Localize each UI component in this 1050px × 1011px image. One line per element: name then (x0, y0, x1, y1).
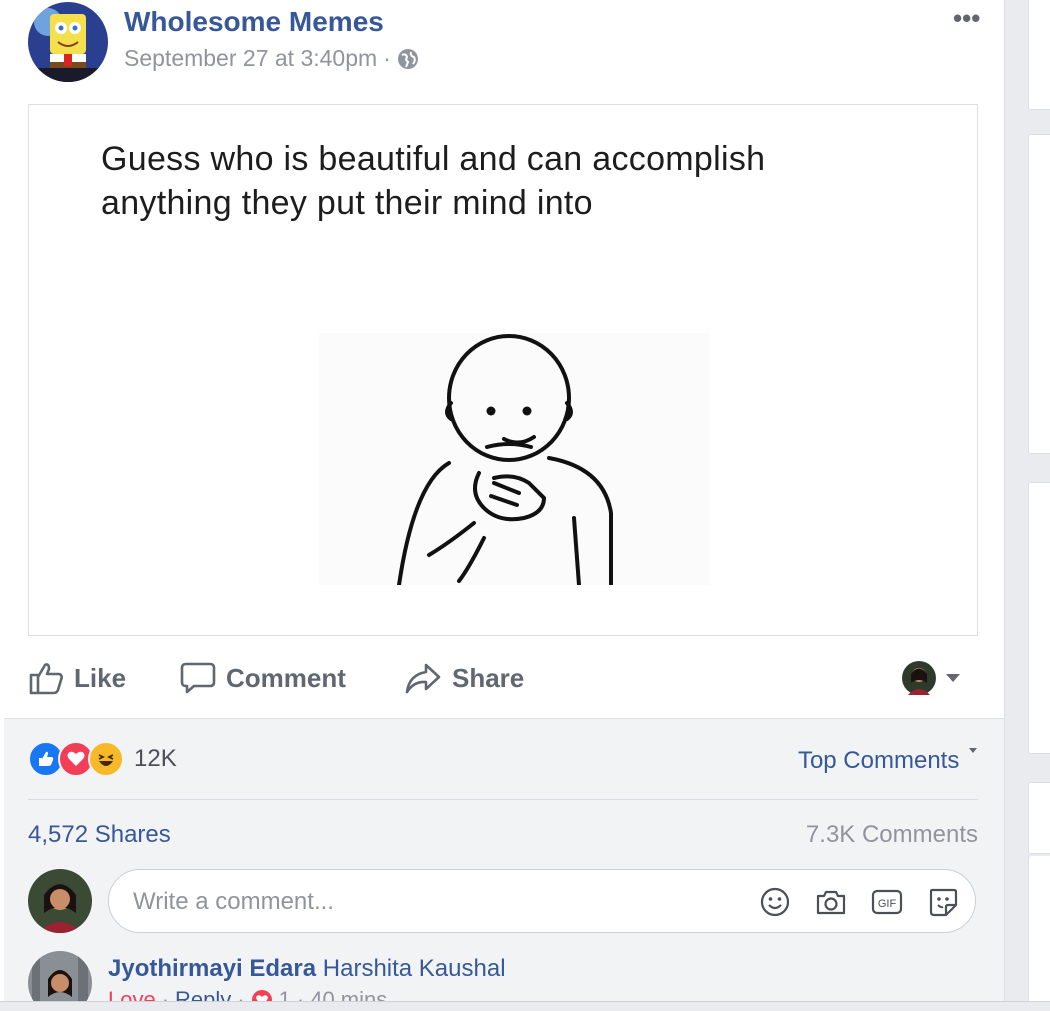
post-timestamp[interactable]: September 27 at 3:40pm (124, 45, 377, 72)
comment-label: Comment (226, 662, 346, 693)
meme-caption-line1: Guess who is beautiful and can accomplis… (101, 140, 766, 178)
share-arrow-icon (404, 661, 442, 695)
top-comments-label: Top Comments (797, 747, 960, 774)
share-button[interactable]: Share (404, 648, 524, 708)
page-avatar[interactable] (28, 2, 108, 82)
share-label: Share (452, 662, 525, 693)
caret-down-icon (944, 672, 962, 684)
meta-separator: · (383, 45, 391, 71)
sidebar-card (1028, 856, 1050, 1007)
comment-text-line: Jyothirmayi Edara Harshita Kaushal (108, 955, 506, 983)
speech-bubble-icon (180, 661, 216, 695)
shares-count-link[interactable]: 4,572 Shares (28, 821, 171, 849)
like-label: Like (74, 662, 127, 693)
feedback-divider (28, 799, 978, 800)
like-button[interactable]: Like (28, 648, 126, 708)
sidebar-card (1028, 134, 1050, 454)
camera-icon[interactable] (815, 886, 847, 918)
comment-button[interactable]: Comment (180, 648, 346, 708)
pointing-person-drawing (319, 333, 709, 585)
globe-icon[interactable] (397, 48, 419, 70)
tagged-user-link[interactable]: Harshita Kaushal (323, 955, 506, 982)
reaction-count: 12K (134, 745, 177, 772)
post-as-selector[interactable] (902, 661, 962, 695)
page-name-link[interactable]: Wholesome Memes (124, 6, 384, 38)
meme-caption: Guess who is beautiful and can accomplis… (101, 137, 921, 225)
gif-icon[interactable]: GIF (871, 886, 903, 918)
commenter-name-link[interactable]: Jyothirmayi Edara (108, 955, 316, 982)
sidebar-card (1028, 782, 1050, 854)
current-user-avatar[interactable] (28, 869, 92, 933)
meme-caption-line2: anything they put their mind into (101, 184, 593, 222)
reactions-summary[interactable]: 12K (28, 741, 177, 777)
top-comments-dropdown[interactable]: Top Comments (798, 747, 978, 775)
post-image[interactable]: Guess who is beautiful and can accomplis… (28, 104, 978, 636)
post-card: Wholesome Memes September 27 at 3:40pm ·… (0, 0, 1005, 1010)
comment-composer[interactable]: GIF (108, 869, 976, 934)
post-meta: September 27 at 3:40pm · (124, 45, 419, 72)
sidebar-card (1028, 0, 1050, 110)
comment-input[interactable] (131, 870, 735, 934)
post-actions-bar: Like Comment Share (0, 648, 1004, 718)
user-avatar-small (902, 661, 936, 695)
sidebar-card (1028, 482, 1050, 754)
sticker-icon[interactable] (927, 886, 959, 918)
emoji-icon[interactable] (759, 886, 791, 918)
more-options-button[interactable]: ••• (953, 3, 980, 34)
thumbs-up-icon (28, 661, 64, 695)
svg-text:GIF: GIF (878, 898, 897, 910)
haha-reaction-icon (88, 741, 124, 777)
feedback-section: 12K Top Comments 4,572 Shares 7.3K Comme… (4, 718, 1004, 1010)
comments-count-link[interactable]: 7.3K Comments (806, 821, 978, 849)
caret-down-icon (968, 747, 978, 755)
